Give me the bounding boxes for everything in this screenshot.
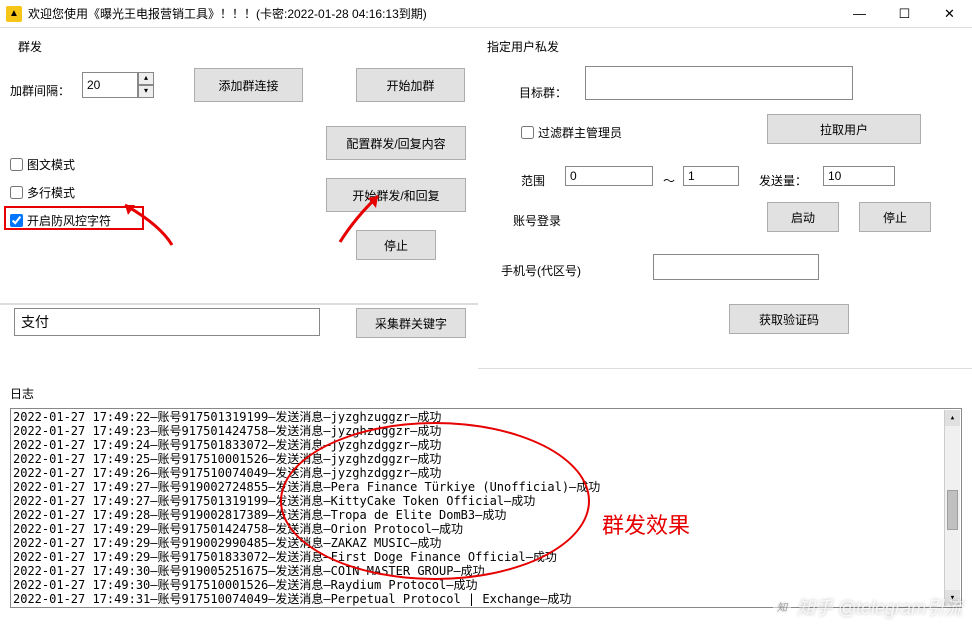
- pull-users-button[interactable]: 拉取用户: [767, 114, 921, 144]
- interval-spinner[interactable]: ▴ ▾: [82, 72, 154, 98]
- bulk-title: 群发: [18, 38, 42, 55]
- scroll-down-icon[interactable]: ▾: [945, 590, 960, 606]
- stop-login-button[interactable]: 停止: [859, 202, 931, 232]
- minimize-button[interactable]: —: [837, 0, 882, 28]
- close-button[interactable]: ✕: [927, 0, 972, 28]
- log-line: 2022-01-27 17:49:29—账号917501833072—发送消息—…: [13, 550, 959, 564]
- log-line: 2022-01-27 17:49:25—账号917510001526—发送消息—…: [13, 452, 959, 466]
- phone-label: 手机号(代区号): [501, 262, 581, 279]
- interval-label: 加群间隔：: [10, 82, 70, 99]
- scroll-thumb[interactable]: [947, 490, 958, 530]
- spin-up-icon[interactable]: ▴: [138, 72, 154, 85]
- start-bulk-send-button[interactable]: 开始群发/和回复: [326, 178, 466, 212]
- start-join-button[interactable]: 开始加群: [356, 68, 465, 102]
- collect-keyword-button[interactable]: 采集群关键字: [356, 308, 466, 338]
- log-line: 2022-01-27 17:49:29—账号917501424758—发送消息—…: [13, 522, 959, 536]
- log-line: 2022-01-27 17:49:23—账号917501424758—发送消息—…: [13, 424, 959, 438]
- filter-admin-check[interactable]: 过滤群主管理员: [521, 124, 622, 141]
- config-content-button[interactable]: 配置群发/回复内容: [326, 126, 466, 160]
- dm-title: 指定用户私发: [487, 38, 559, 55]
- range-to-input[interactable]: [683, 166, 739, 186]
- log-line: 2022-01-27 17:49:30—账号917510001526—发送消息—…: [13, 578, 959, 592]
- log-line: 2022-01-27 17:49:31—账号917510074049—发送消息—…: [13, 592, 959, 606]
- get-code-button[interactable]: 获取验证码: [729, 304, 849, 334]
- log-section: 日志 ▴ ▾ 2022-01-27 17:49:22—账号91750131919…: [10, 385, 962, 608]
- window-title: 欢迎您使用《曝光王电报营销工具》！！！(卡密:2022-01-28 04:16:…: [28, 5, 837, 22]
- log-textarea[interactable]: ▴ ▾ 2022-01-27 17:49:22—账号917501319199—发…: [10, 408, 962, 608]
- log-line: 2022-01-27 17:49:22—账号917501319199—发送消息—…: [13, 410, 959, 424]
- log-line: 2022-01-27 17:49:26—账号917510074049—发送消息—…: [13, 466, 959, 480]
- app-icon: ▲: [6, 6, 22, 22]
- maximize-button[interactable]: ☐: [882, 0, 927, 28]
- log-line: 2022-01-27 17:49:29—账号919002990485—发送消息—…: [13, 536, 959, 550]
- range-from-input[interactable]: [565, 166, 653, 186]
- target-label: 目标群：: [519, 84, 567, 101]
- log-line: 2022-01-27 17:49:24—账号917501833072—发送消息—…: [13, 438, 959, 452]
- image-mode-check[interactable]: 图文模式: [10, 156, 75, 173]
- spin-down-icon[interactable]: ▾: [138, 85, 154, 98]
- start-login-button[interactable]: 启动: [767, 202, 839, 232]
- phone-input[interactable]: [653, 254, 819, 280]
- scroll-up-icon[interactable]: ▴: [945, 410, 960, 426]
- account-login-label: 账号登录: [513, 212, 561, 229]
- log-line: 2022-01-27 17:49:27—账号917501319199—发送消息—…: [13, 494, 959, 508]
- keyword-input[interactable]: [14, 308, 320, 336]
- send-qty-label: 发送量：: [759, 172, 807, 189]
- interval-input[interactable]: [82, 72, 138, 98]
- add-group-link-button[interactable]: 添加群连接: [194, 68, 303, 102]
- log-label: 日志: [10, 385, 962, 402]
- titlebar: ▲ 欢迎您使用《曝光王电报营销工具》！！！(卡密:2022-01-28 04:1…: [0, 0, 972, 28]
- log-line: 2022-01-27 17:49:27—账号919002724855—发送消息—…: [13, 480, 959, 494]
- target-input[interactable]: [585, 66, 853, 100]
- range-label: 范围: [521, 172, 545, 189]
- multiline-check[interactable]: 多行模式: [10, 184, 75, 201]
- log-line: 2022-01-27 17:49:30—账号919005251675—发送消息—…: [13, 564, 959, 578]
- tilde-icon: ～: [663, 172, 675, 189]
- scrollbar[interactable]: ▴ ▾: [944, 410, 960, 606]
- annotation-red-box: [4, 206, 144, 230]
- send-qty-input[interactable]: [823, 166, 895, 186]
- stop-button[interactable]: 停止: [356, 230, 436, 260]
- log-line: 2022-01-27 17:49:28—账号919002817389—发送消息—…: [13, 508, 959, 522]
